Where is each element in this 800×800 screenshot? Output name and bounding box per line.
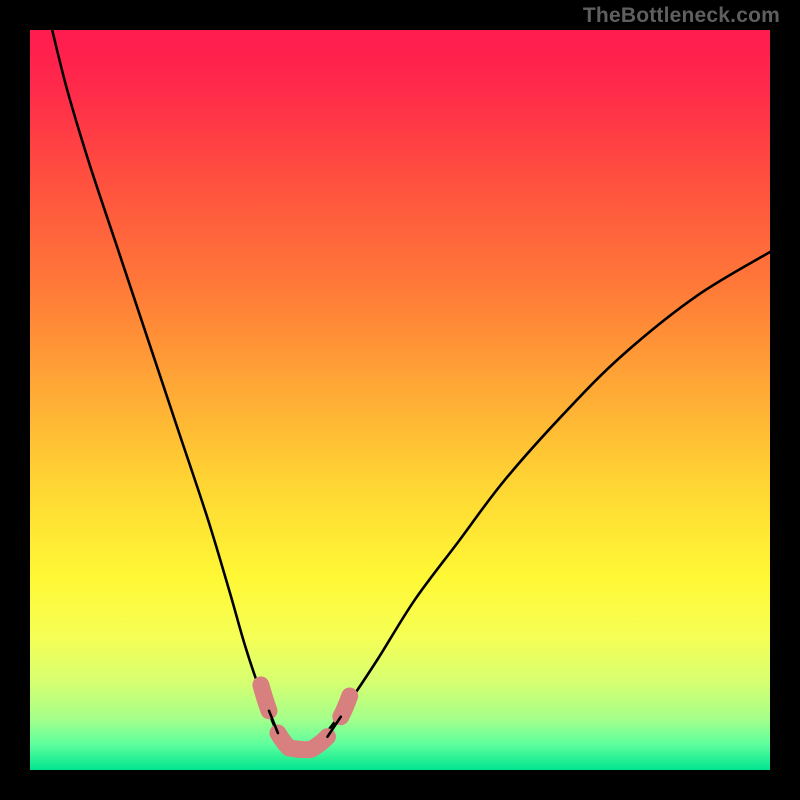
chart-svg — [30, 30, 770, 770]
highlight-segment — [261, 685, 269, 711]
watermark-text: TheBottleneck.com — [583, 4, 780, 28]
chart-background — [30, 30, 770, 770]
chart-frame: TheBottleneck.com — [0, 0, 800, 800]
highlight-segment — [311, 737, 327, 750]
highlight-segment — [341, 696, 350, 717]
plot-area — [30, 30, 770, 770]
